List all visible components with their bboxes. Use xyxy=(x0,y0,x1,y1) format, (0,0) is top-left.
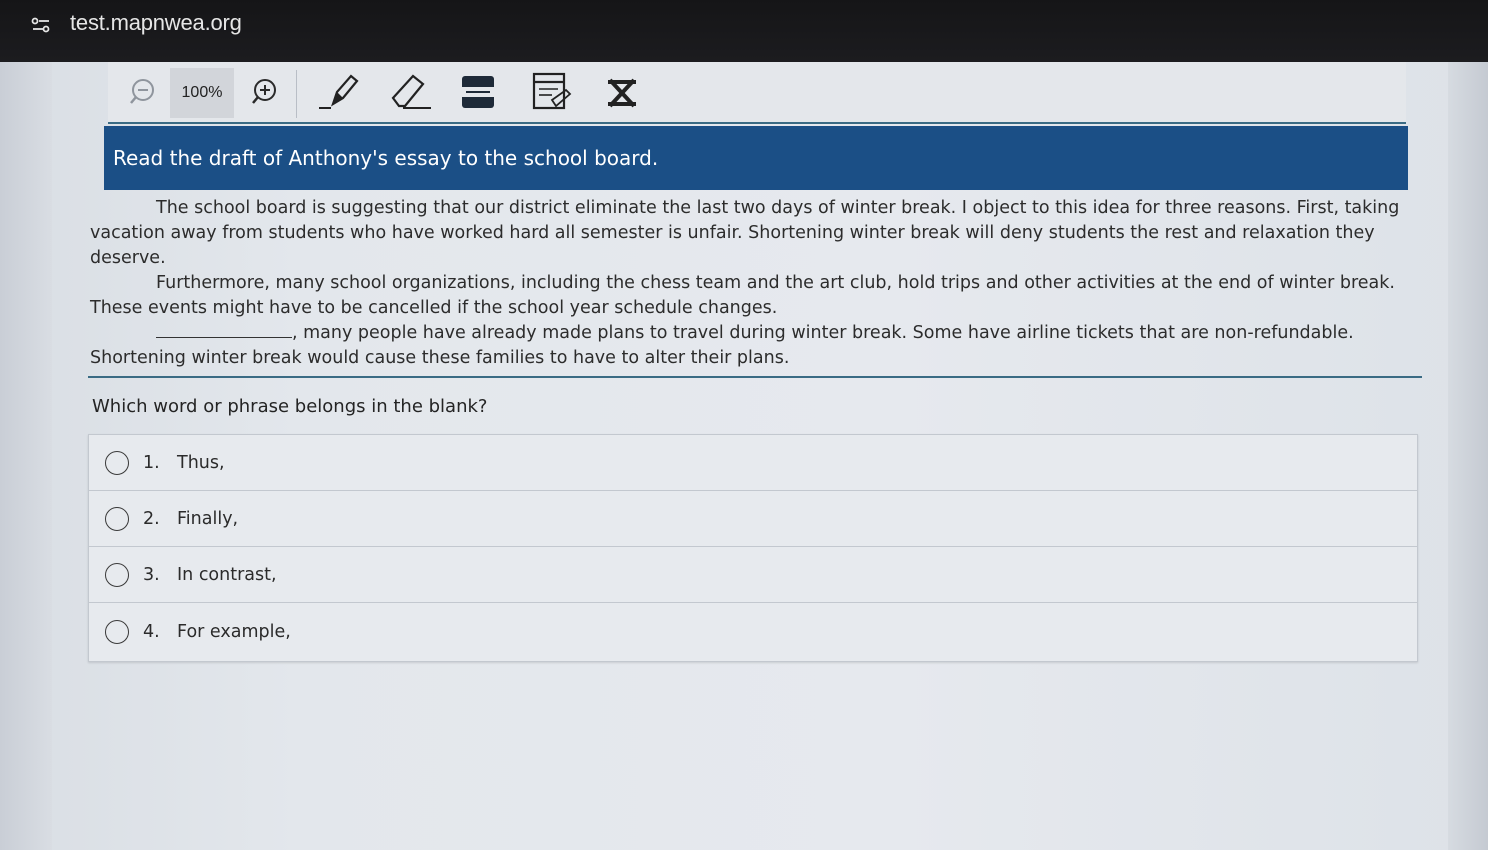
radio-button-icon[interactable] xyxy=(105,562,129,587)
highlighter-button[interactable] xyxy=(312,68,366,116)
notepad-button[interactable] xyxy=(524,68,578,116)
passage-paragraph-3: , many people have already made plans to… xyxy=(90,321,1420,371)
essay-passage: The school board is suggesting that our … xyxy=(90,196,1420,371)
choice-number: 2. xyxy=(143,508,160,529)
zoom-in-icon xyxy=(252,79,276,104)
zoom-level: 100% xyxy=(170,68,234,118)
radio-button-icon[interactable] xyxy=(105,506,129,531)
answer-eliminator-icon xyxy=(608,78,636,108)
left-margin xyxy=(0,62,52,850)
choice-text: Finally, xyxy=(177,508,239,529)
choice-number: 4. xyxy=(143,622,160,642)
test-page: 100% Read the draft of Anthony's essay t… xyxy=(0,62,1488,850)
answer-choice-3[interactable]: 3. In contrast, xyxy=(89,547,1417,603)
choice-number: 3. xyxy=(143,564,160,585)
line-reader-icon xyxy=(462,76,494,108)
choice-text: For example, xyxy=(177,622,291,642)
zoom-in-button[interactable] xyxy=(244,68,284,116)
choice-number: 1. xyxy=(143,452,160,473)
site-settings-icon[interactable] xyxy=(30,16,52,34)
choice-text: Thus, xyxy=(177,452,225,473)
zoom-out-icon xyxy=(130,79,154,104)
eraser-button[interactable] xyxy=(382,68,436,116)
highlighter-icon xyxy=(319,74,359,109)
line-reader-button[interactable] xyxy=(454,68,502,116)
answer-choice-1[interactable]: 1. Thus, xyxy=(89,435,1417,491)
passage-paragraph-1: The school board is suggesting that our … xyxy=(90,196,1420,271)
toolbar-divider xyxy=(296,70,297,118)
answer-choice-2[interactable]: 2. Finally, xyxy=(89,491,1417,547)
right-margin xyxy=(1448,62,1488,850)
radio-button-icon[interactable] xyxy=(105,450,129,475)
instruction-banner: Read the draft of Anthony's essay to the… xyxy=(104,126,1408,190)
choice-text: In contrast, xyxy=(177,564,277,585)
paragraph-1-text: The school board is suggesting that our … xyxy=(90,198,1400,268)
browser-address-bar: test.mapnwea.org xyxy=(0,0,1488,62)
tool-bar: 100% xyxy=(108,62,1406,124)
answer-choice-4[interactable]: 4. For example, xyxy=(89,603,1417,661)
question-text: Which word or phrase belongs in the blan… xyxy=(92,396,488,417)
url-text[interactable]: test.mapnwea.org xyxy=(70,10,242,36)
notepad-icon xyxy=(532,72,572,110)
paragraph-2-text: Furthermore, many school organizations, … xyxy=(90,273,1395,318)
passage-divider xyxy=(88,376,1422,378)
answer-eliminator-button[interactable] xyxy=(598,68,646,116)
answer-blank xyxy=(156,323,292,338)
eraser-icon xyxy=(391,74,431,109)
answer-choices: 1. Thus, 2. Finally, 3. In contrast, 4. … xyxy=(88,434,1418,662)
zoom-out-button[interactable] xyxy=(122,68,162,116)
radio-button-icon[interactable] xyxy=(105,620,129,644)
passage-paragraph-2: Furthermore, many school organizations, … xyxy=(90,271,1420,321)
